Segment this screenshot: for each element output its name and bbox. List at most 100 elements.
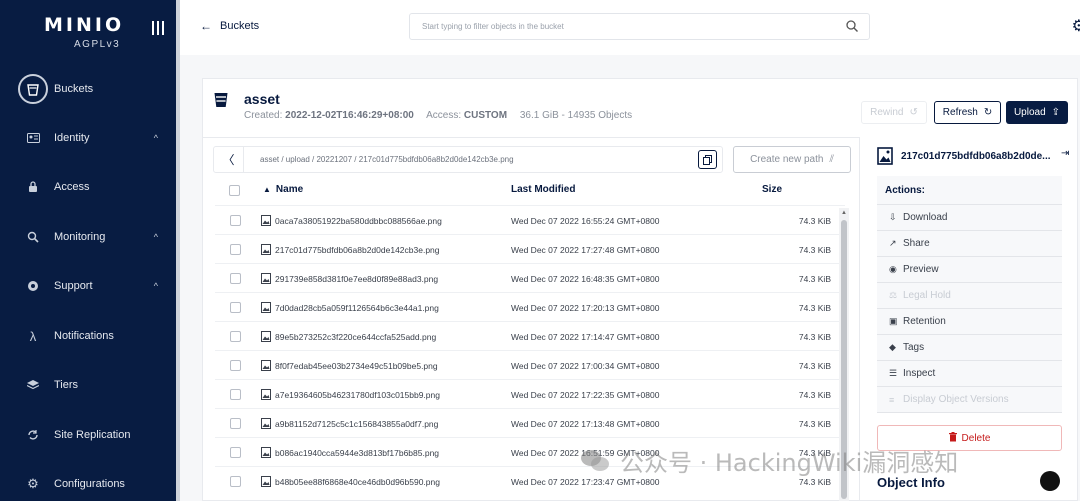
- download-action[interactable]: ⇩ Download: [877, 205, 1062, 231]
- select-all-checkbox[interactable]: [229, 185, 240, 196]
- object-size: 74.3 KiB: [798, 477, 831, 487]
- retention-action[interactable]: ▣ Retention: [877, 309, 1062, 335]
- back-label: Buckets: [220, 20, 260, 32]
- column-name-header[interactable]: ▲ Name: [263, 184, 303, 195]
- row-checkbox[interactable]: [230, 418, 241, 429]
- refresh-icon: ↻: [983, 107, 993, 118]
- object-modified: Wed Dec 07 2022 16:55:24 GMT+0800: [511, 216, 660, 226]
- refresh-button[interactable]: Refresh ↻: [934, 101, 1001, 124]
- sidebar-item-configurations[interactable]: ⚙ Configurations: [18, 469, 168, 499]
- sidebar-item-label: Site Replication: [54, 429, 131, 441]
- search-box: [409, 13, 870, 40]
- search-icon[interactable]: [846, 20, 858, 32]
- display-versions-action[interactable]: ≡ Display Object Versions: [877, 387, 1062, 413]
- actions-list: Actions: ⇩ Download ↗ Share ◉ Preview ⚖ …: [877, 176, 1062, 413]
- object-size: 74.3 KiB: [798, 245, 831, 255]
- row-checkbox[interactable]: [230, 476, 241, 487]
- sidebar-item-monitoring[interactable]: Monitoring ^: [18, 222, 168, 252]
- create-new-path-label: Create new path: [750, 154, 824, 165]
- watermark: 公众号 · HackingWiki漏洞感知: [580, 443, 958, 478]
- tiers-icon: [18, 370, 48, 400]
- column-name-label: Name: [275, 184, 304, 195]
- image-file-icon: [261, 389, 271, 400]
- row-checkbox[interactable]: [230, 331, 241, 342]
- table-row[interactable]: a9b81152d7125c5c1c156843855a0df7.png Wed…: [215, 408, 845, 437]
- object-size: 74.3 KiB: [798, 390, 831, 400]
- retention-icon: ▣: [889, 316, 898, 326]
- upload-button[interactable]: Upload ⇪: [1006, 101, 1068, 124]
- table-row[interactable]: 291739e858d381f0e7ee8d0f89e88ad3.png Wed…: [215, 263, 845, 292]
- back-to-buckets-link[interactable]: ← Buckets: [200, 19, 259, 33]
- sidebar-item-site-replication[interactable]: Site Replication: [18, 420, 168, 450]
- column-size-header[interactable]: Size: [762, 184, 782, 195]
- object-modified: Wed Dec 07 2022 17:20:13 GMT+0800: [511, 303, 660, 313]
- sidebar-item-access[interactable]: Access: [18, 172, 168, 202]
- sidebar-item-label: Tiers: [54, 379, 79, 391]
- share-action[interactable]: ↗ Share: [877, 231, 1062, 257]
- sidebar-item-support[interactable]: Support ^: [18, 271, 168, 301]
- close-panel-icon[interactable]: ⇥: [1061, 148, 1069, 159]
- create-new-path-button[interactable]: Create new path ⫽: [733, 146, 851, 173]
- sidebar-scrollbar[interactable]: [176, 0, 180, 501]
- row-checkbox[interactable]: [230, 302, 241, 313]
- chevron-up-icon: ^: [153, 281, 158, 291]
- sidebar-item-label: Buckets: [54, 83, 94, 95]
- table-row[interactable]: a7e19364605b46231780df103c015bb9.png Wed…: [215, 379, 845, 408]
- lock-icon: [18, 172, 48, 202]
- table-row[interactable]: 89e5b273252c3f220ce644ccfa525add.png Wed…: [215, 321, 845, 350]
- row-checkbox[interactable]: [230, 215, 241, 226]
- sidebar-item-identity[interactable]: Identity ^: [18, 123, 168, 153]
- minio-logo: MINIO: [44, 14, 125, 36]
- search-input[interactable]: [410, 14, 830, 39]
- object-modified: Wed Dec 07 2022 17:22:35 GMT+0800: [511, 390, 660, 400]
- replication-icon: [18, 420, 48, 450]
- created-label: Created:: [244, 110, 283, 121]
- scroll-up-icon[interactable]: ▲: [841, 210, 847, 216]
- gear-icon: ⚙: [27, 476, 39, 491]
- copy-path-button[interactable]: [698, 150, 717, 169]
- bucket-title: asset: [244, 91, 280, 107]
- breadcrumb: 〈 asset / upload / 20221207 / 217c01d775…: [213, 146, 723, 173]
- image-file-icon: [261, 418, 271, 429]
- image-file-icon: [261, 331, 271, 342]
- row-checkbox[interactable]: [230, 447, 241, 458]
- image-file-icon: [261, 447, 271, 458]
- sidebar-item-buckets[interactable]: Buckets: [18, 74, 168, 104]
- row-checkbox[interactable]: [230, 360, 241, 371]
- object-size: 74.3 KiB: [798, 216, 831, 226]
- copy-icon: [703, 154, 712, 165]
- image-file-icon: [261, 273, 271, 284]
- versions-icon: ≡: [889, 394, 895, 405]
- table-row[interactable]: 0aca7a38051922ba580ddbbc088566ae.png Wed…: [215, 205, 845, 234]
- table-row[interactable]: 8f0f7edab45ee03b2734e49c51b09be5.png Wed…: [215, 350, 845, 379]
- rewind-label: Rewind: [870, 107, 904, 118]
- folder-path-icon: ⫽: [829, 154, 834, 165]
- settings-gear-icon[interactable]: ⚙: [1072, 16, 1080, 36]
- rewind-button[interactable]: Rewind ↺: [861, 101, 927, 124]
- column-modified-header[interactable]: Last Modified: [511, 184, 575, 195]
- action-label: Inspect: [903, 368, 936, 379]
- row-checkbox[interactable]: [230, 389, 241, 400]
- preview-action[interactable]: ◉ Preview: [877, 257, 1062, 283]
- row-checkbox[interactable]: [230, 244, 241, 255]
- chevron-left-icon[interactable]: 〈: [214, 147, 244, 172]
- table-row[interactable]: 217c01d775bdfdb06a8b2d0de142cb3e.png Wed…: [215, 234, 845, 263]
- sidebar-item-label: Identity: [54, 132, 90, 144]
- monitoring-icon: [18, 222, 48, 252]
- action-label: Display Object Versions: [903, 394, 1009, 405]
- tags-action[interactable]: ◆ Tags: [877, 335, 1062, 361]
- row-checkbox[interactable]: [230, 273, 241, 284]
- sidebar-item-tiers[interactable]: Tiers: [18, 370, 168, 400]
- image-file-icon: [261, 215, 271, 226]
- chevron-up-icon: ^: [153, 133, 158, 143]
- inspect-action[interactable]: ☰ Inspect: [877, 361, 1062, 387]
- menu-toggle-icon[interactable]: [152, 21, 164, 35]
- action-label: Preview: [903, 264, 939, 275]
- legal-hold-action[interactable]: ⚖ Legal Hold: [877, 283, 1062, 309]
- history-icon: ↺: [909, 107, 918, 118]
- image-file-icon: [261, 302, 271, 313]
- object-modified: Wed Dec 07 2022 16:48:35 GMT+0800: [511, 274, 660, 284]
- table-row[interactable]: 7d0dad28cb5a059f1126564b6c3e44a1.png Wed…: [215, 292, 845, 321]
- sidebar-item-notifications[interactable]: λ Notifications: [18, 321, 168, 351]
- object-size: 74.3 KiB: [798, 274, 831, 284]
